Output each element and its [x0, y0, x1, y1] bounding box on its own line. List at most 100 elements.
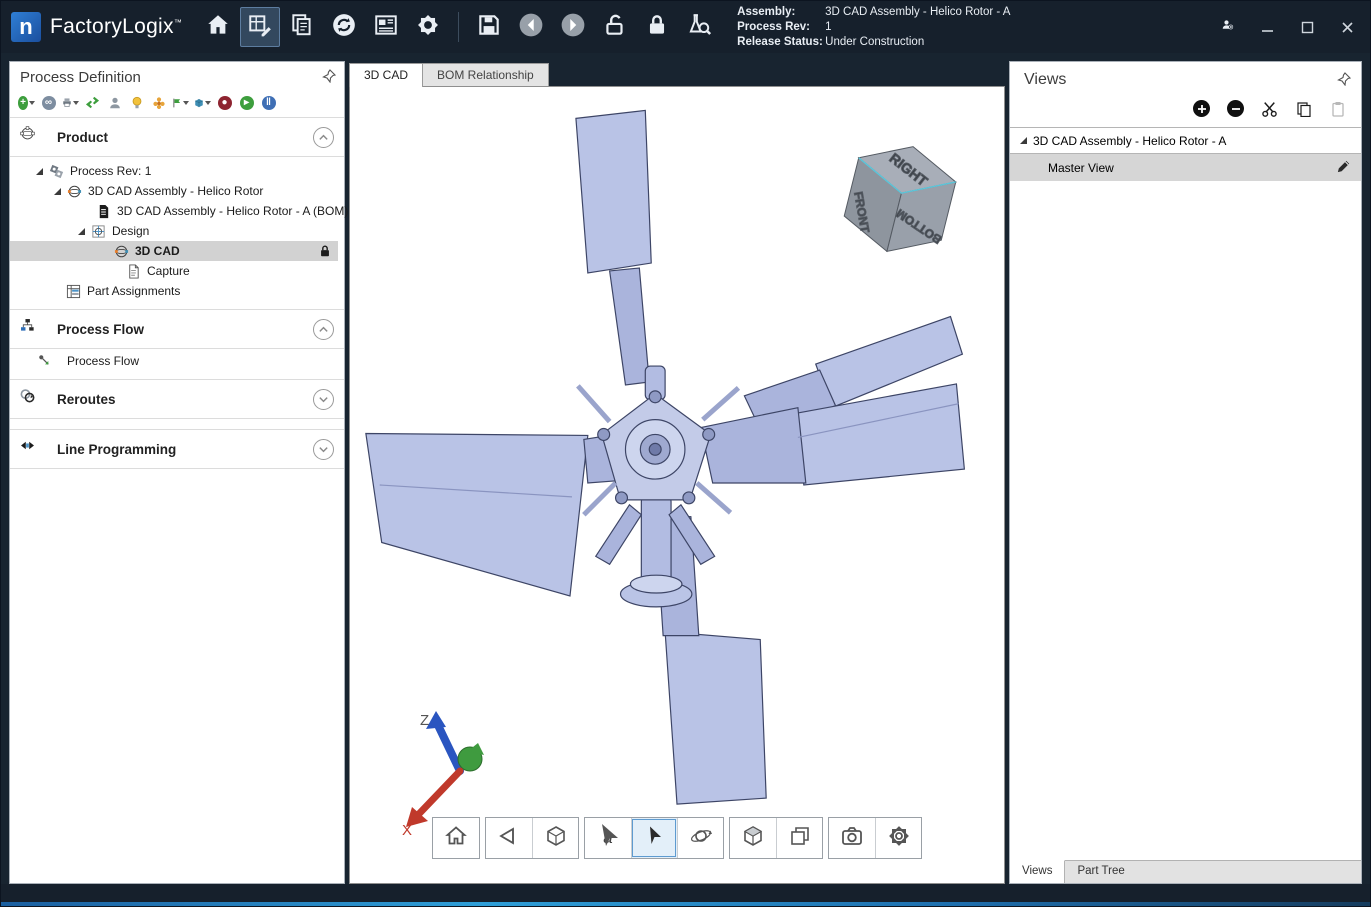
- orbit-button[interactable]: [677, 818, 723, 858]
- product-section-header[interactable]: Product: [10, 117, 344, 157]
- reroutes-icon: [20, 388, 42, 410]
- select-pointer-button[interactable]: [631, 818, 677, 858]
- documents-button[interactable]: [282, 7, 322, 47]
- tab-views[interactable]: Views: [1010, 860, 1065, 883]
- status-button[interactable]: ‖: [260, 94, 277, 111]
- expander-icon[interactable]: [54, 188, 61, 195]
- isometric-cube-icon: [741, 824, 765, 853]
- master-view-row[interactable]: Master View: [1010, 154, 1361, 181]
- trademark: ™: [174, 18, 182, 27]
- process-definition-button[interactable]: [240, 7, 280, 47]
- start-button[interactable]: ▸: [238, 94, 255, 111]
- line-programming-section-header[interactable]: Line Programming: [10, 429, 344, 469]
- camera-icon: [840, 824, 864, 853]
- process-definition-header: Process Definition: [10, 62, 344, 90]
- gears-icon: [49, 164, 64, 179]
- orbit-icon: [689, 824, 713, 853]
- transfer-button[interactable]: [84, 94, 101, 111]
- process-flow-item[interactable]: Process Flow: [10, 349, 344, 373]
- tree-row-3d-cad-selected[interactable]: 3D CAD: [10, 241, 338, 261]
- collapse-down-icon[interactable]: [313, 439, 334, 460]
- sync-icon: [331, 12, 357, 43]
- link-button[interactable]: ∞: [40, 94, 57, 111]
- tree-row-part-assignments[interactable]: Part Assignments: [10, 281, 344, 301]
- release-button[interactable]: [679, 7, 719, 47]
- pin-icon[interactable]: [322, 69, 336, 86]
- user-logout-icon: [1221, 18, 1234, 36]
- product-section-label: Product: [57, 130, 108, 145]
- copy-view-button[interactable]: [1294, 99, 1313, 118]
- flower-button[interactable]: [150, 94, 167, 111]
- paste-view-button[interactable]: [1328, 99, 1347, 118]
- view-home-button[interactable]: [433, 818, 479, 858]
- expander-icon[interactable]: [78, 228, 85, 235]
- forward-button[interactable]: [553, 7, 593, 47]
- expander-icon[interactable]: [36, 168, 43, 175]
- process-definition-icon: [247, 12, 273, 43]
- edit-pencil-icon[interactable]: [1336, 159, 1351, 177]
- layers-button[interactable]: [776, 818, 822, 858]
- user-button[interactable]: [106, 94, 123, 111]
- sync-button[interactable]: [324, 7, 364, 47]
- cube-view-button[interactable]: [532, 818, 578, 858]
- bom-document-icon: [96, 204, 111, 219]
- add-button[interactable]: +: [18, 94, 35, 111]
- reports-button[interactable]: [366, 7, 406, 47]
- tab-bom-relationship[interactable]: BOM Relationship: [423, 63, 549, 87]
- reroutes-section-header[interactable]: Reroutes: [10, 379, 344, 419]
- tree-row-capture[interactable]: Capture: [10, 261, 344, 281]
- viewport-toolbar: a: [432, 817, 922, 859]
- tree-row-bom[interactable]: 3D CAD Assembly - Helico Rotor - A (BOM): [10, 201, 344, 221]
- isometric-button[interactable]: [730, 818, 776, 858]
- bulb-button[interactable]: [128, 94, 145, 111]
- record-button[interactable]: ●: [216, 94, 233, 111]
- close-button[interactable]: [1332, 14, 1362, 40]
- viewport-settings-button[interactable]: [875, 818, 921, 858]
- home-icon: [205, 12, 231, 43]
- snapshot-button[interactable]: [829, 818, 875, 858]
- add-view-button[interactable]: [1192, 99, 1211, 118]
- tree-row-process-rev[interactable]: Process Rev: 1: [10, 161, 344, 181]
- lock-button[interactable]: [637, 7, 677, 47]
- flag-button[interactable]: [172, 94, 189, 111]
- maximize-button[interactable]: [1292, 14, 1322, 40]
- app-window: n FactoryLogix™: [0, 0, 1371, 907]
- assembly-value: 3D CAD Assembly - Helico Rotor - A: [825, 5, 1010, 20]
- tab-part-tree[interactable]: Part Tree: [1065, 861, 1136, 883]
- view-cone-button[interactable]: [486, 818, 532, 858]
- collapse-up-icon[interactable]: [313, 319, 334, 340]
- cut-view-button[interactable]: [1260, 99, 1279, 118]
- minimize-button[interactable]: [1252, 14, 1282, 40]
- pin-icon[interactable]: [1337, 72, 1351, 89]
- text-select-button[interactable]: a: [585, 818, 631, 858]
- home-button[interactable]: [198, 7, 238, 47]
- process-flow-section-header[interactable]: Process Flow: [10, 309, 344, 349]
- product-icon: [20, 126, 42, 148]
- tree-label: 3D CAD: [135, 244, 180, 258]
- 3d-viewport[interactable]: RIGHT BOTTOM FRONT Z X: [349, 86, 1005, 884]
- process-flow-icon: [20, 318, 42, 340]
- tree-row-design[interactable]: Design: [10, 221, 344, 241]
- back-button[interactable]: [511, 7, 551, 47]
- collapse-up-icon[interactable]: [313, 127, 334, 148]
- save-button[interactable]: [469, 7, 509, 47]
- cad-assembly-icon: [114, 244, 129, 259]
- main-toolbar: [198, 7, 719, 47]
- collapse-down-icon[interactable]: [313, 389, 334, 410]
- settings-button[interactable]: [408, 7, 448, 47]
- remove-view-button[interactable]: [1226, 99, 1245, 118]
- tab-3d-cad[interactable]: 3D CAD: [349, 63, 423, 87]
- expander-icon[interactable]: [1020, 137, 1027, 144]
- master-view-label: Master View: [1048, 161, 1114, 175]
- print-button[interactable]: [62, 94, 79, 111]
- app-title: FactoryLogix™: [50, 15, 182, 39]
- line-programming-section-label: Line Programming: [57, 442, 176, 457]
- tree-row-assembly[interactable]: 3D CAD Assembly - Helico Rotor: [10, 181, 344, 201]
- views-tree-root[interactable]: 3D CAD Assembly - Helico Rotor - A: [1010, 127, 1361, 154]
- process-rev-label: Process Rev:: [737, 20, 825, 35]
- orientation-cube[interactable]: RIGHT BOTTOM FRONT: [836, 133, 964, 269]
- unlock-button[interactable]: [595, 7, 635, 47]
- package-button[interactable]: [194, 94, 211, 111]
- titlebar-right: [1212, 14, 1362, 40]
- logout-user-button[interactable]: [1212, 14, 1242, 40]
